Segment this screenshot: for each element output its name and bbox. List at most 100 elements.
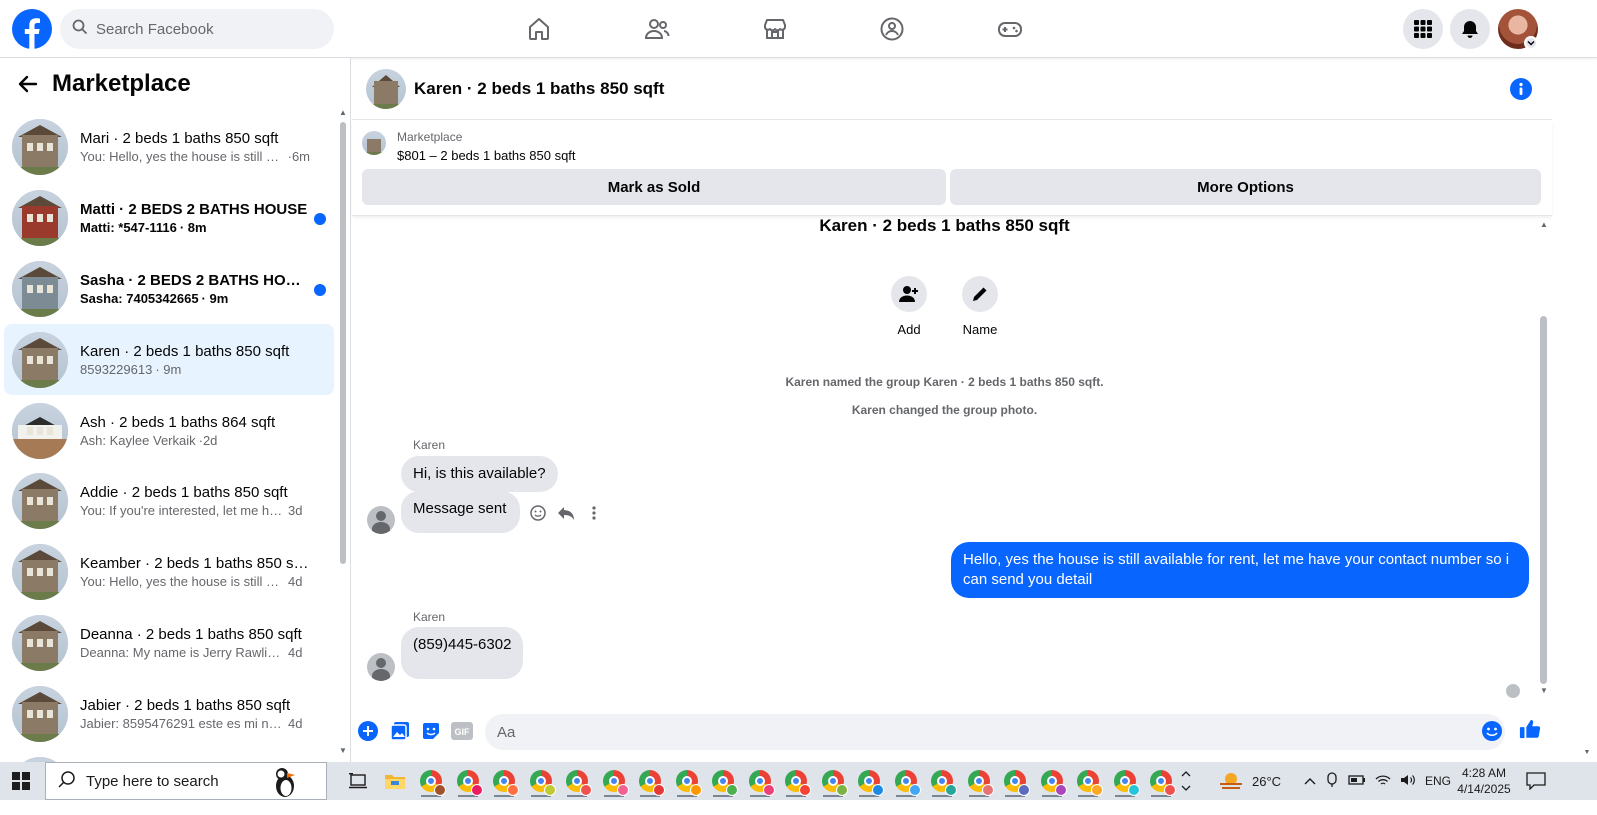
add-person-icon[interactable]	[891, 276, 927, 312]
conversation-item[interactable]: Deanna · 2 beds 1 baths 850 sqft Deanna: …	[4, 608, 334, 679]
wifi-icon[interactable]	[1375, 773, 1391, 790]
notifications-bell-icon[interactable]	[1450, 9, 1490, 49]
conversation-item[interactable]: Jaylen · 2 beds 1 baths 850 sqft	[4, 749, 334, 762]
groups-icon[interactable]	[872, 9, 912, 49]
chrome-profile-icon[interactable]	[486, 765, 523, 797]
gaming-icon[interactable]	[990, 9, 1030, 49]
search-input[interactable]	[96, 20, 316, 38]
task-view-icon[interactable]	[340, 765, 377, 797]
friends-icon[interactable]	[637, 9, 677, 49]
chrome-profile-icon[interactable]	[924, 765, 961, 797]
more-vertical-icon[interactable]	[583, 502, 605, 524]
chrome-profile-icon[interactable]	[1034, 765, 1071, 797]
chevron-down-icon[interactable]	[1524, 36, 1538, 50]
conversation-item[interactable]: Ash · 2 beds 1 baths 864 sqft Ash: Kaylee…	[4, 395, 334, 466]
chrome-profile-icon[interactable]	[888, 765, 925, 797]
conversation-item[interactable]: Mari · 2 beds 1 baths 850 sqft You: Hello…	[4, 112, 334, 183]
sidebar-title: Marketplace	[52, 70, 191, 97]
name-group-action[interactable]: Name	[940, 276, 1020, 337]
scroll-down-icon[interactable]: ▼	[338, 746, 348, 756]
chat-scrollbar[interactable]	[1540, 316, 1547, 684]
conversation-snippet: Matti: *547-1116	[80, 220, 177, 236]
chrome-profile-icon[interactable]	[997, 765, 1034, 797]
chat-scroll-down-icon[interactable]: ▼	[1539, 686, 1549, 696]
chrome-profile-icon[interactable]	[851, 765, 888, 797]
incoming-message[interactable]: Hi, is this available?	[401, 456, 558, 492]
chrome-profile-icon[interactable]	[1070, 765, 1107, 797]
sidebar-scrollbar[interactable]	[340, 122, 346, 564]
chrome-profile-icon[interactable]	[596, 765, 633, 797]
thumbs-up-icon[interactable]	[1519, 718, 1541, 740]
taskbar-apps	[340, 765, 1180, 797]
conversation-item[interactable]: Jabier · 2 beds 1 baths 850 sqft Jabier: …	[4, 678, 334, 749]
search-bar[interactable]	[60, 9, 334, 49]
conversation-item[interactable]: Sasha · 2 BEDS 2 BATHS HOUSE Sasha: 74053…	[4, 254, 334, 325]
weather-widget[interactable]: 26°C	[1218, 762, 1281, 800]
message-input[interactable]	[497, 723, 1457, 741]
chrome-profile-icon[interactable]	[1107, 765, 1144, 797]
file-explorer-icon[interactable]	[377, 765, 414, 797]
chrome-profile-icon[interactable]	[632, 765, 669, 797]
chrome-profile-icon[interactable]	[669, 765, 706, 797]
battery-charging-icon[interactable]	[1348, 774, 1366, 789]
listing-thumbnail	[12, 544, 68, 601]
sender-avatar[interactable]	[367, 506, 395, 534]
chrome-profile-icon[interactable]	[1143, 765, 1180, 797]
chevron-up-icon[interactable]	[1304, 774, 1316, 788]
listing-price[interactable]: $801 – 2 beds 1 baths 850 sqft	[397, 148, 576, 163]
chat-header: Karen · 2 beds 1 baths 850 sqft	[352, 58, 1552, 120]
chrome-profile-icon[interactable]	[450, 765, 487, 797]
sticker-icon[interactable]	[420, 720, 442, 742]
chrome-profile-icon[interactable]	[523, 765, 560, 797]
chrome-profile-icon[interactable]	[815, 765, 852, 797]
menu-grid-icon[interactable]	[1403, 9, 1443, 49]
plus-circle-icon[interactable]	[357, 720, 379, 742]
react-smiley-icon[interactable]	[527, 502, 549, 524]
meet-now-icon[interactable]	[1325, 771, 1339, 791]
gif-icon[interactable]: GIF	[451, 720, 473, 742]
more-options-button[interactable]: More Options	[950, 169, 1541, 205]
chat-scroll-up-icon[interactable]: ▲	[1539, 220, 1549, 230]
incoming-message[interactable]: Message sent	[401, 491, 521, 533]
listing-thumbnail[interactable]	[362, 131, 386, 155]
conversation-item[interactable]: Karen · 2 beds 1 baths 850 sqft 859322961…	[4, 324, 334, 396]
home-icon[interactable]	[519, 9, 559, 49]
chrome-profile-icon[interactable]	[413, 765, 450, 797]
taskbar-clock[interactable]: 4:28 AM 4/14/2025	[1454, 765, 1514, 797]
emoji-icon[interactable]	[1481, 720, 1503, 742]
conversation-title: Jabier · 2 beds 1 baths 850 sqft	[80, 696, 291, 714]
chrome-profile-icon[interactable]	[559, 765, 596, 797]
photo-gallery-icon[interactable]	[389, 720, 411, 742]
marketplace-icon[interactable]	[755, 9, 795, 49]
message-thread: Karen · 2 beds 1 baths 850 sqft Add Name…	[352, 216, 1537, 706]
tray-overflow[interactable]	[1181, 762, 1191, 800]
chrome-profile-icon[interactable]	[778, 765, 815, 797]
volume-icon[interactable]	[1400, 773, 1416, 790]
input-language[interactable]: ENG	[1425, 774, 1451, 788]
chrome-profile-icon[interactable]	[705, 765, 742, 797]
chrome-profile-icon[interactable]	[742, 765, 779, 797]
chat-avatar[interactable]	[366, 68, 406, 109]
pencil-icon[interactable]	[962, 276, 998, 312]
reply-arrow-icon[interactable]	[555, 502, 577, 524]
outgoing-message[interactable]: Hello, yes the house is still available …	[951, 542, 1529, 598]
windows-start-icon[interactable]	[12, 772, 30, 790]
conversation-item[interactable]: Matti · 2 BEDS 2 BATHS HOUSE Matti: *547-…	[4, 183, 334, 254]
info-icon[interactable]	[1510, 78, 1532, 100]
incoming-message[interactable]: (859)445-6302	[401, 627, 524, 679]
sender-avatar[interactable]	[367, 653, 395, 681]
mark-as-sold-button[interactable]: Mark as Sold	[362, 169, 946, 205]
chat-title[interactable]: Karen · 2 beds 1 baths 850 sqft	[414, 79, 664, 99]
sender-name: Karen	[413, 610, 446, 624]
notification-center-icon[interactable]	[1526, 762, 1546, 800]
add-people-action[interactable]: Add	[869, 276, 949, 337]
conversation-item[interactable]: Keamber · 2 beds 1 baths 850 sqft You: He…	[4, 537, 334, 608]
page-scroll-down-icon[interactable]: ▼	[1582, 748, 1592, 758]
listing-thumbnail	[12, 190, 68, 247]
facebook-logo-icon[interactable]	[12, 9, 52, 49]
message-input-box[interactable]	[485, 714, 1505, 750]
back-arrow-icon[interactable]	[16, 72, 40, 96]
chrome-profile-icon[interactable]	[961, 765, 998, 797]
conversation-item[interactable]: Addie · 2 beds 1 baths 850 sqft You: If y…	[4, 466, 334, 537]
scroll-up-icon[interactable]: ▲	[338, 108, 348, 118]
